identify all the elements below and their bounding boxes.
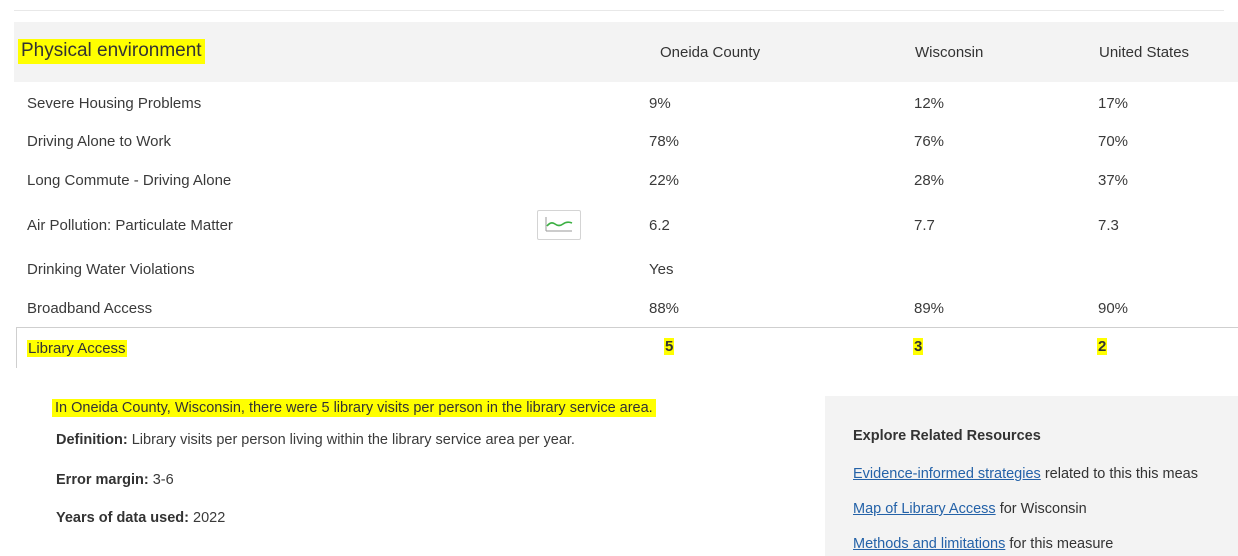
map-text: for Wisconsin [999, 501, 1087, 517]
library-access-label: Library Access [27, 340, 127, 357]
resource-strategies: Evidence-informed strategies related to … [853, 466, 1198, 482]
row-label: Air Pollution: Particulate Matter [27, 217, 233, 234]
library-access-row[interactable]: Library Access 5 3 2 [16, 327, 1238, 368]
resources-title: Explore Related Resources [853, 428, 1041, 444]
row-label: Broadband Access [27, 300, 153, 317]
us-value: 37% [1098, 172, 1129, 189]
trend-line-icon [545, 217, 573, 232]
definition: Definition: Library visits per person li… [56, 432, 575, 448]
definition-text: Library visits per person living within … [131, 432, 575, 448]
years-value: 2022 [193, 510, 226, 526]
us-value: 17% [1098, 95, 1129, 112]
top-divider [14, 10, 1224, 11]
state-value: 89% [914, 300, 945, 317]
row-label: Long Commute - Driving Alone [27, 172, 232, 189]
methods-text: for this measure [1009, 536, 1114, 552]
error-margin: Error margin: 3-6 [56, 472, 174, 488]
column-header-state: Wisconsin [915, 44, 984, 61]
state-value: 12% [914, 95, 945, 112]
library-summary: In Oneida County, Wisconsin, there were … [52, 399, 656, 417]
state-value: 7.7 [914, 217, 935, 234]
years-of-data: Years of data used: 2022 [56, 510, 225, 526]
resource-map: Map of Library Access for Wisconsin [853, 501, 1087, 517]
us-value: 7.3 [1098, 217, 1119, 234]
trend-button[interactable] [537, 210, 581, 240]
related-resources-panel: Explore Related Resources Evidence-infor… [825, 396, 1238, 556]
us-value: 70% [1098, 133, 1129, 150]
column-header-county: Oneida County [660, 44, 761, 61]
strategies-link[interactable]: Evidence-informed strategies [853, 466, 1041, 482]
county-value: 6.2 [649, 217, 670, 234]
map-link[interactable]: Map of Library Access [853, 501, 996, 517]
methods-link[interactable]: Methods and limitations [853, 536, 1005, 552]
us-value: 90% [1098, 300, 1129, 317]
library-county-value: 5 [664, 338, 675, 355]
county-value: 78% [649, 133, 680, 150]
column-header-us: United States [1099, 44, 1190, 61]
county-value: 88% [649, 300, 680, 317]
strategies-text: related to this this meas [1044, 466, 1198, 482]
county-value: Yes [649, 261, 674, 278]
resource-methods: Methods and limitations for this measure [853, 536, 1113, 552]
error-margin-label: Error margin: [56, 472, 149, 488]
state-value: 76% [914, 133, 945, 150]
section-title: Physical environment [18, 39, 205, 64]
state-value: 28% [914, 172, 945, 189]
library-state-value: 3 [913, 338, 924, 355]
row-label: Severe Housing Problems [27, 95, 202, 112]
years-label: Years of data used: [56, 510, 189, 526]
county-value: 22% [649, 172, 680, 189]
library-us-value: 2 [1097, 338, 1108, 355]
county-value: 9% [649, 95, 671, 112]
error-margin-value: 3-6 [152, 472, 174, 488]
definition-label: Definition: [56, 432, 128, 448]
section-header: Physical environment Oneida County Wisco… [14, 22, 1238, 82]
row-label: Driving Alone to Work [27, 133, 171, 150]
row-label: Drinking Water Violations [27, 261, 195, 278]
